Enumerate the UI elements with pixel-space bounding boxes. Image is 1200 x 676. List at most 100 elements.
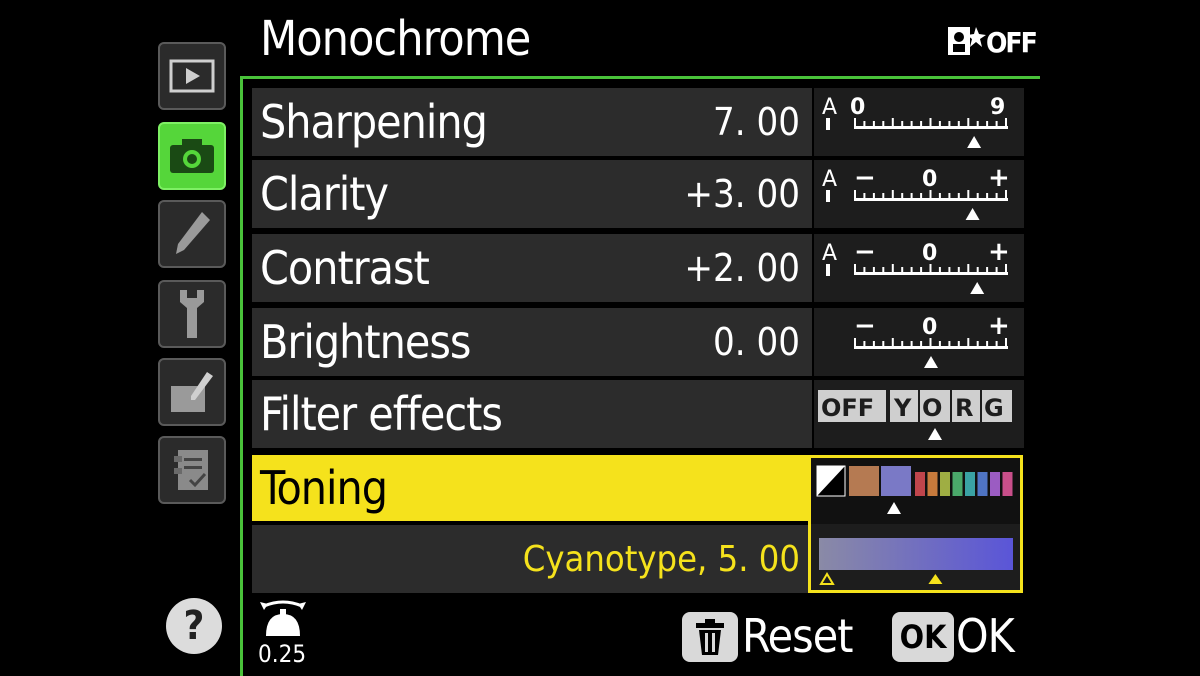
setting-label: Sharpening (260, 95, 488, 149)
scale-tick (882, 121, 885, 127)
setting-value: +2. 00 (684, 246, 800, 290)
scale-tick (910, 193, 913, 199)
tone-color-swatch (990, 472, 1000, 496)
scale-tick (863, 193, 866, 199)
scale-tick (901, 193, 904, 199)
scale-tick (957, 341, 960, 347)
ok-badge[interactable]: OK (892, 612, 954, 662)
swatch-sepia (849, 466, 879, 496)
scale-tick (910, 121, 913, 127)
scale-tick (863, 267, 866, 273)
scale-tick (948, 341, 951, 347)
scale-tick (910, 267, 913, 273)
setting-value: 7. 00 (713, 100, 800, 144)
scale-tick (872, 341, 875, 347)
sidebar-tab-setup[interactable] (158, 280, 226, 348)
sidebar-tab-shooting[interactable] (158, 122, 226, 190)
scale-tick (872, 193, 875, 199)
setting-row-brightness[interactable]: Brightness 0. 00 (252, 308, 812, 376)
scale-tick (976, 193, 979, 199)
scale-max: + (988, 163, 1010, 193)
setting-row-contrast[interactable]: Contrast +2. 00 (252, 234, 812, 302)
help-icon: ? (183, 603, 205, 649)
scale-min: − (854, 163, 876, 193)
scale-tick (938, 341, 941, 347)
setting-row-clarity[interactable]: Clarity +3. 00 (252, 160, 812, 228)
sidebar-tab-custom[interactable] (158, 200, 226, 268)
page-title: Monochrome (260, 11, 531, 67)
setting-row-filter-effects[interactable]: Filter effects (252, 380, 812, 448)
scale-tick (957, 267, 960, 273)
scale-tick (920, 121, 923, 127)
scale-tick (929, 190, 932, 200)
reset-badge[interactable] (682, 612, 738, 662)
scale-tick (967, 338, 970, 348)
retouch-icon (171, 372, 213, 412)
scale-tick (872, 267, 875, 273)
playback-icon (169, 59, 215, 93)
ok-label[interactable]: OK (956, 608, 1015, 664)
setting-label: Toning (260, 461, 388, 515)
dial-step-icon (260, 600, 306, 636)
scale-tick (995, 121, 998, 127)
setting-value: +3. 00 (684, 172, 800, 216)
scale-tick (854, 338, 856, 348)
toning-sub-row[interactable]: Cyanotype, 5. 00 (252, 525, 812, 593)
filter-option-g: G (984, 394, 1004, 422)
setting-row-sharpening[interactable]: Sharpening 7. 00 (252, 88, 812, 156)
setting-value: 0. 00 (713, 320, 800, 364)
sidebar-tab-my-menu[interactable] (158, 436, 226, 504)
scale-tick (910, 341, 913, 347)
scale-min: − (854, 237, 876, 267)
auto-marker: A (822, 167, 837, 192)
scale-tick (957, 193, 960, 199)
scale-tick (920, 193, 923, 199)
help-button[interactable]: ? (166, 598, 222, 654)
tone-color-swatch (915, 472, 925, 496)
sidebar-tab-retouch[interactable] (158, 358, 226, 426)
setting-row-toning[interactable]: Toning (252, 455, 812, 521)
scale-tick (920, 341, 923, 347)
sidebar-tab-playback[interactable] (158, 42, 226, 110)
scale-tick (901, 267, 904, 273)
scale-tick (1005, 264, 1007, 274)
scale-tick (891, 190, 894, 200)
auto-marker: A (822, 241, 837, 266)
scale-pointer (967, 136, 982, 148)
scale-pointer (970, 282, 985, 294)
scale-tick (891, 338, 894, 348)
setting-label: Brightness (260, 315, 471, 369)
scale-tick (854, 264, 856, 274)
scale-tick (976, 341, 979, 347)
scale-tick (995, 193, 998, 199)
scale-tick (854, 190, 856, 200)
scale-tick (986, 193, 989, 199)
toning-palette[interactable] (808, 455, 1023, 593)
scale-tick (1005, 190, 1007, 200)
scale-tick (976, 121, 979, 127)
sharpening-scale: A 0 9 (814, 88, 1024, 156)
toning-value: Cyanotype, 5. 00 (522, 538, 800, 580)
filter-option-r: R (955, 394, 973, 422)
setting-label: Contrast (260, 241, 430, 295)
auto-portrait-status: OFF (946, 24, 1038, 60)
scale-tick (967, 118, 970, 128)
scale-tick (967, 190, 970, 200)
scale-tick (957, 121, 960, 127)
tone-color-swatch (952, 472, 963, 496)
scale-tick (882, 193, 885, 199)
scale-tick (938, 193, 941, 199)
scale-mid: 0 (922, 167, 937, 192)
scale-tick (872, 121, 875, 127)
scale-tick (929, 338, 932, 348)
scale-tick (976, 267, 979, 273)
scale-tick (863, 121, 866, 127)
reset-label[interactable]: Reset (742, 608, 853, 664)
scale-tick (948, 267, 951, 273)
scale-max: + (988, 311, 1010, 341)
scale-tick (882, 341, 885, 347)
sharpening-slider: A 0 9 (822, 95, 1008, 148)
scale-tick (882, 267, 885, 273)
filter-option-o: O (922, 394, 942, 422)
scale-tick (986, 341, 989, 347)
